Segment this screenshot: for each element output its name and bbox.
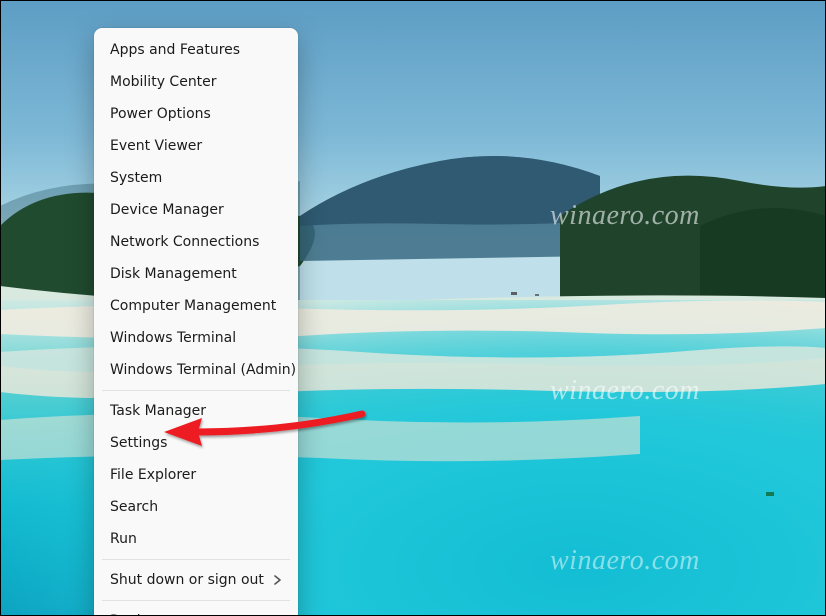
chevron-right-icon: [274, 575, 282, 585]
menu-item-label: Search: [110, 499, 158, 515]
menu-item-network-connections[interactable]: Network Connections: [94, 226, 298, 258]
menu-item-mobility-center[interactable]: Mobility Center: [94, 66, 298, 98]
menu-item-apps-and-features[interactable]: Apps and Features: [94, 34, 298, 66]
menu-item-label: Mobility Center: [110, 74, 217, 90]
menu-item-desktop[interactable]: Desktop: [94, 605, 298, 616]
menu-item-label: Device Manager: [110, 202, 224, 218]
menu-item-system[interactable]: System: [94, 162, 298, 194]
menu-item-shut-down-or-sign-out[interactable]: Shut down or sign out: [94, 564, 298, 596]
menu-item-label: File Explorer: [110, 467, 196, 483]
menu-separator: [102, 600, 290, 601]
menu-item-run[interactable]: Run: [94, 523, 298, 555]
winx-context-menu[interactable]: Apps and Features Mobility Center Power Op…: [94, 28, 298, 616]
menu-item-power-options[interactable]: Power Options: [94, 98, 298, 130]
menu-item-label: Power Options: [110, 106, 211, 122]
menu-item-label: Event Viewer: [110, 138, 202, 154]
menu-item-label: Task Manager: [110, 403, 206, 419]
menu-item-windows-terminal[interactable]: Windows Terminal: [94, 322, 298, 354]
menu-item-search[interactable]: Search: [94, 491, 298, 523]
menu-item-label: Windows Terminal: [110, 330, 236, 346]
menu-item-device-manager[interactable]: Device Manager: [94, 194, 298, 226]
menu-item-label: Apps and Features: [110, 42, 240, 58]
menu-item-label: Windows Terminal (Admin): [110, 362, 296, 378]
menu-item-settings[interactable]: Settings: [94, 427, 298, 459]
menu-item-file-explorer[interactable]: File Explorer: [94, 459, 298, 491]
menu-item-computer-management[interactable]: Computer Management: [94, 290, 298, 322]
menu-item-label: Run: [110, 531, 137, 547]
menu-item-label: Computer Management: [110, 298, 276, 314]
menu-item-event-viewer[interactable]: Event Viewer: [94, 130, 298, 162]
menu-item-label: Disk Management: [110, 266, 237, 282]
menu-separator: [102, 390, 290, 391]
menu-item-windows-terminal-admin[interactable]: Windows Terminal (Admin): [94, 354, 298, 386]
menu-item-label: Shut down or sign out: [110, 572, 264, 588]
menu-item-label: System: [110, 170, 162, 186]
menu-item-task-manager[interactable]: Task Manager: [94, 395, 298, 427]
menu-separator: [102, 559, 290, 560]
menu-item-disk-management[interactable]: Disk Management: [94, 258, 298, 290]
menu-item-label: Network Connections: [110, 234, 259, 250]
menu-item-label: Settings: [110, 435, 167, 451]
